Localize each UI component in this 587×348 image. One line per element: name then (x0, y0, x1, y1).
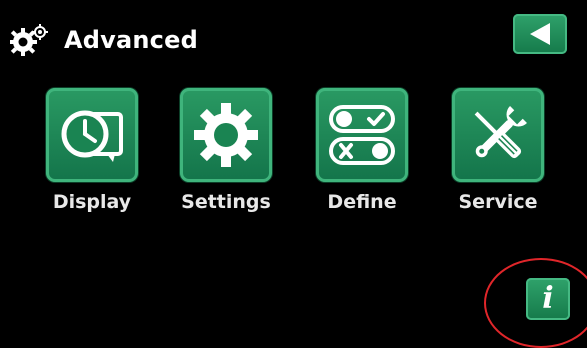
display-tile-button[interactable] (46, 88, 138, 182)
gears-icon (10, 24, 48, 56)
display-label: Display (52, 191, 132, 213)
service-label: Service (458, 191, 538, 213)
gear-icon (194, 103, 258, 167)
define-tile-button[interactable] (316, 88, 408, 182)
settings-label: Settings (181, 191, 271, 213)
info-button[interactable]: i (526, 278, 570, 320)
back-button[interactable] (513, 14, 567, 54)
tools-icon (474, 106, 527, 159)
define-label: Define (327, 191, 397, 213)
info-icon: i (542, 281, 554, 316)
page-title: Advanced (64, 26, 198, 54)
clock-display-icon (61, 110, 123, 162)
toggle-switches-icon (329, 105, 395, 165)
settings-tile-button[interactable] (180, 88, 272, 182)
header-bar: Advanced (0, 0, 587, 80)
service-tile-button[interactable] (452, 88, 544, 182)
back-arrow-icon (530, 23, 550, 45)
